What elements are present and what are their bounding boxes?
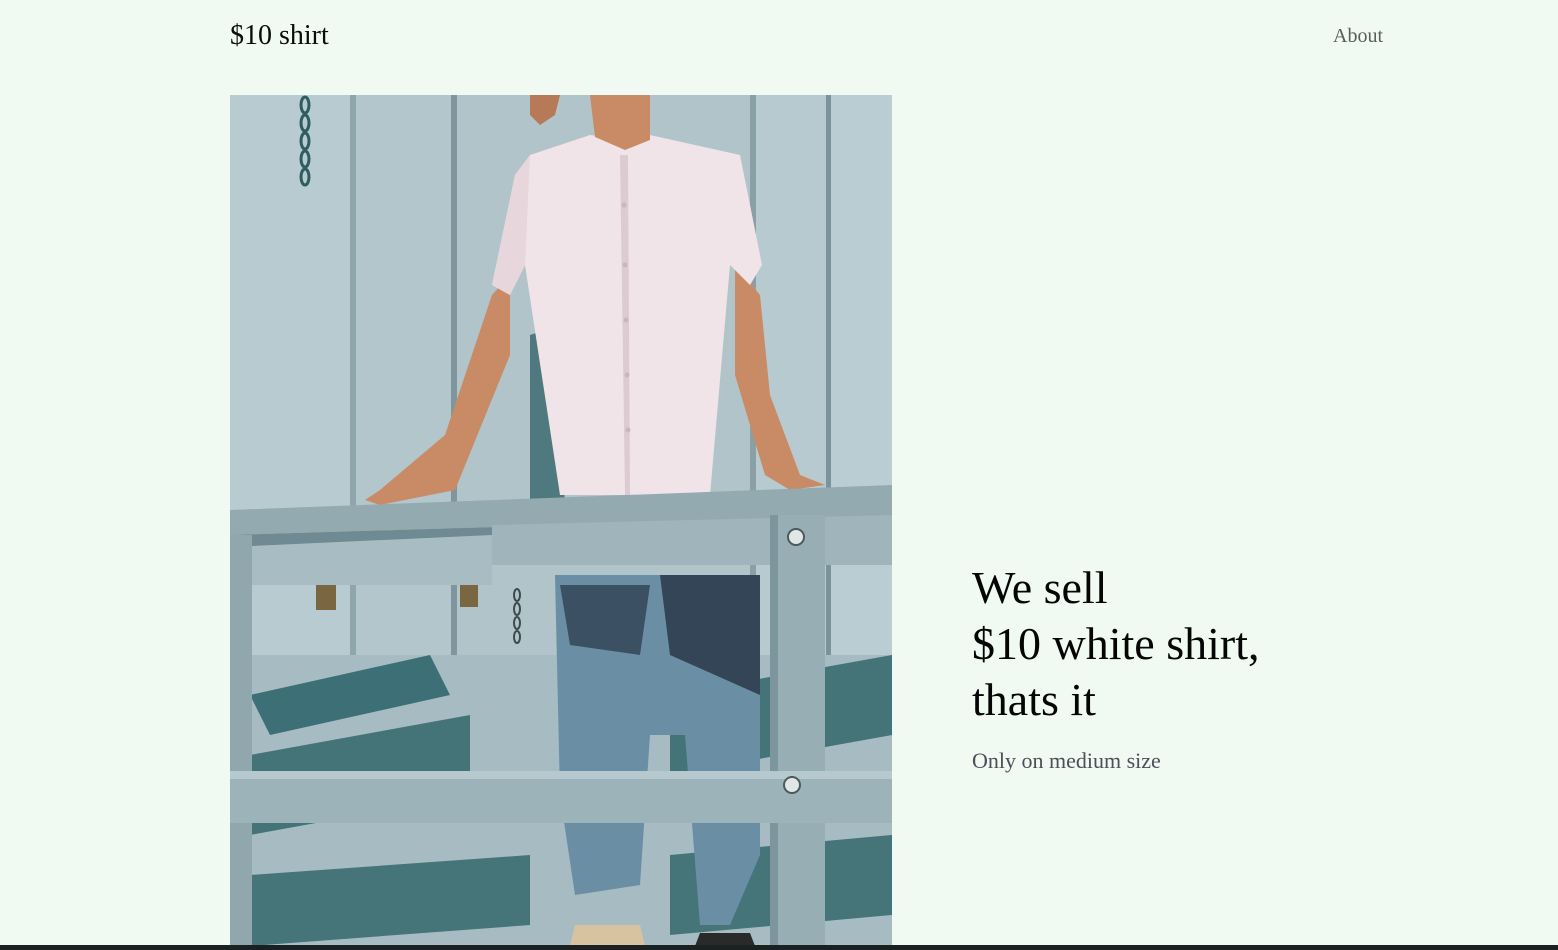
bottom-bar bbox=[0, 945, 1558, 950]
site-logo[interactable]: $10 shirt bbox=[230, 20, 329, 52]
hero-headline: We sell $10 white shirt, thats it bbox=[972, 560, 1392, 728]
hero-image bbox=[230, 95, 892, 946]
hero-headline-line: We sell bbox=[972, 562, 1108, 613]
hero-photo-illustration bbox=[230, 95, 892, 946]
hero-copy: We sell $10 white shirt, thats it Only o… bbox=[972, 560, 1392, 774]
hero-subtitle: Only on medium size bbox=[972, 748, 1161, 773]
nav-link-about[interactable]: About bbox=[1333, 25, 1383, 48]
hero-headline-line: $10 white shirt, bbox=[972, 618, 1260, 669]
page: $10 shirt About We sell $10 white shirt,… bbox=[0, 0, 1558, 950]
site-header: $10 shirt About bbox=[230, 14, 1383, 58]
hero-headline-line: thats it bbox=[972, 674, 1096, 725]
